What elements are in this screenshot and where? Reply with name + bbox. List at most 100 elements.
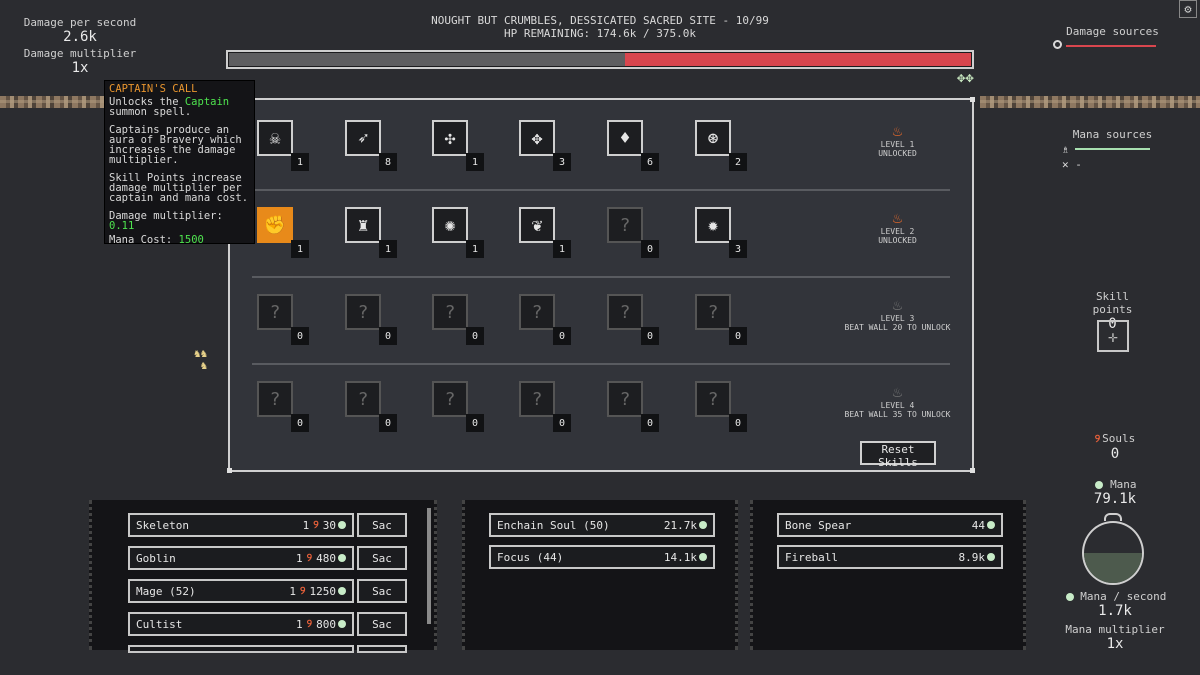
panel-corner [970, 97, 975, 102]
unknown-icon[interactable]: ? [607, 207, 643, 243]
dps-label: Damage per second [23, 16, 137, 29]
compress-icon[interactable]: ✣ [432, 120, 468, 156]
summon-name: Mage (52) [136, 584, 196, 598]
hp-bar-fill [625, 53, 971, 66]
skill-count: 0 [291, 327, 309, 345]
summon-party-icon: ✥✥ [957, 70, 974, 86]
mana-flask-cap [1104, 513, 1122, 521]
enchant-row[interactable]: Focus (44) 14.1k [489, 545, 715, 569]
burst-icon[interactable]: ✺ [432, 207, 468, 243]
souls-label: Souls [1102, 432, 1136, 445]
mana-orb-icon [1065, 593, 1074, 601]
mana-sources: Mana sources ♗ ✕ - [1055, 128, 1170, 178]
arrow-icon[interactable]: ➶ [345, 120, 381, 156]
unknown-icon[interactable]: ? [695, 294, 731, 330]
summon-row[interactable]: Skeleton 1 ୨ 30 [128, 513, 354, 537]
souls-value: 0 [1110, 446, 1120, 462]
skill-row-divider [252, 189, 950, 191]
level-requirement: BEAT WALL 20 TO UNLOCK [844, 323, 951, 332]
enchantments-panel: Enchain Soul (50) 21.7k Focus (44) 14.1k [462, 500, 738, 650]
skill-count: 0 [466, 327, 484, 345]
unknown-icon[interactable]: ? [432, 381, 468, 417]
skill-tree-icon[interactable]: ✛ [1097, 320, 1129, 352]
unknown-icon[interactable]: ? [345, 381, 381, 417]
figures-icon[interactable]: ♜ [345, 207, 381, 243]
unknown-icon[interactable]: ? [695, 381, 731, 417]
damage-source-circle-icon [1053, 40, 1062, 49]
summon-row[interactable]: Cultist 1 ୨ 800 [128, 612, 354, 636]
sacrifice-button[interactable]: Sac [357, 612, 407, 636]
spell-cost: 44 [971, 518, 985, 532]
mana-orb-icon [338, 521, 346, 529]
skill-count: 0 [729, 414, 747, 432]
level-name: LEVEL 4 [880, 401, 915, 410]
reset-skills-button[interactable]: Reset Skills [860, 441, 936, 469]
damage-sources-label: Damage sources [1066, 25, 1159, 38]
tooltip-mc-label: Mana Cost: [109, 234, 179, 246]
mana-orb-icon [699, 521, 707, 529]
cave-wall-decoration [0, 96, 110, 108]
mana-flask-glass [1082, 521, 1144, 585]
level-requirement: BEAT WALL 35 TO UNLOCK [844, 410, 951, 419]
enchant-name: Enchain Soul (50) [497, 518, 610, 532]
mana-source-value: - [1075, 158, 1082, 171]
summon-mana-cost: 800 [316, 617, 336, 631]
skill-count: 1 [291, 240, 309, 258]
tooltip-unlock-text: Unlocks the Captain summon spell. [109, 97, 250, 118]
unknown-icon[interactable]: ? [345, 294, 381, 330]
unknown-icon[interactable]: ? [519, 294, 555, 330]
spell-name: Bone Spear [785, 518, 852, 532]
mana-multiplier-stat: Mana multiplier 1x [1060, 623, 1170, 652]
summon-row[interactable] [128, 645, 354, 653]
dps-stat: Damage per second 2.6k [20, 16, 140, 45]
summon-row[interactable]: Mage (52) 1 ୨ 1250 [128, 579, 354, 603]
summoned-units-icon: ♞♞ ♞ [194, 347, 208, 372]
unknown-icon[interactable]: ? [257, 294, 293, 330]
soul-icon: ୨ [313, 518, 319, 531]
enchant-row[interactable]: Enchain Soul (50) 21.7k [489, 513, 715, 537]
winged-icon[interactable]: ✥ [519, 120, 555, 156]
soul-icon: ୨ [306, 617, 313, 630]
sacrifice-button[interactable] [357, 645, 407, 653]
summon-row[interactable]: Goblin 1 ୨ 480 [128, 546, 354, 570]
tooltip-text: summon spell. [109, 106, 192, 118]
skill-count: 0 [553, 327, 571, 345]
skill-count: 1 [466, 153, 484, 171]
mana-per-second-label: Mana / second [1080, 590, 1167, 603]
sacrifice-button[interactable]: Sac [357, 513, 407, 537]
mana-multiplier-value: 1x [1106, 636, 1124, 652]
summon-name: Cultist [136, 617, 183, 631]
unknown-icon[interactable]: ? [519, 381, 555, 417]
skill-panel: ☠ 1 ➶ 8 ✣ 1 ✥ 3 ♦ 6 ⊛ 2 ✊ 1 ♜ 1 ✺ 1 ❦ 1? 0 ✹ 3? 0? 0? 0? 0? 0? 0? 0? 0… [227, 97, 975, 473]
target-icon[interactable]: ⊛ [695, 120, 731, 156]
summons-scrollbar[interactable] [427, 508, 431, 624]
settings-gear-icon[interactable]: ⚙ [1179, 0, 1197, 18]
spell-row[interactable]: Bone Spear 44 [777, 513, 1003, 537]
starburst-icon[interactable]: ✹ [695, 207, 731, 243]
summon-soul-cost: 1 [289, 584, 297, 598]
feather-icon[interactable]: ❦ [519, 207, 555, 243]
spell-row[interactable]: Fireball 8.9k [777, 545, 1003, 569]
fist-icon[interactable]: ✊ [257, 207, 293, 243]
drops-icon[interactable]: ♦ [607, 120, 643, 156]
enchant-cost: 14.1k [663, 550, 697, 564]
unknown-icon[interactable]: ? [432, 294, 468, 330]
mana-orb-icon [699, 553, 707, 561]
unknown-icon[interactable]: ? [607, 381, 643, 417]
sacrifice-button[interactable]: Sac [357, 579, 407, 603]
unknown-icon[interactable]: ? [257, 381, 293, 417]
mana-source-summon-icon: ♗ [1062, 143, 1069, 156]
skill-count: 6 [641, 153, 659, 171]
skill-count: 2 [729, 153, 747, 171]
sacrifice-button[interactable]: Sac [357, 546, 407, 570]
stage-title: NOUGHT BUT CRUMBLES, DESSICATED SACRED S… [431, 14, 769, 27]
mana-orb-icon [338, 620, 346, 628]
skill-count: 0 [553, 414, 571, 432]
unknown-icon[interactable]: ? [607, 294, 643, 330]
skull-icon[interactable]: ☠ [257, 120, 293, 156]
skill-count: 1 [291, 153, 309, 171]
hp-bar [226, 50, 974, 69]
summons-panel: Skeleton 1 ୨ 30 Sac Goblin 1 ୨ 480 Sac Mage (52) 1 ୨… [89, 500, 437, 653]
mana-sources-label: Mana sources [1072, 128, 1153, 141]
skill-row-divider [252, 363, 950, 365]
